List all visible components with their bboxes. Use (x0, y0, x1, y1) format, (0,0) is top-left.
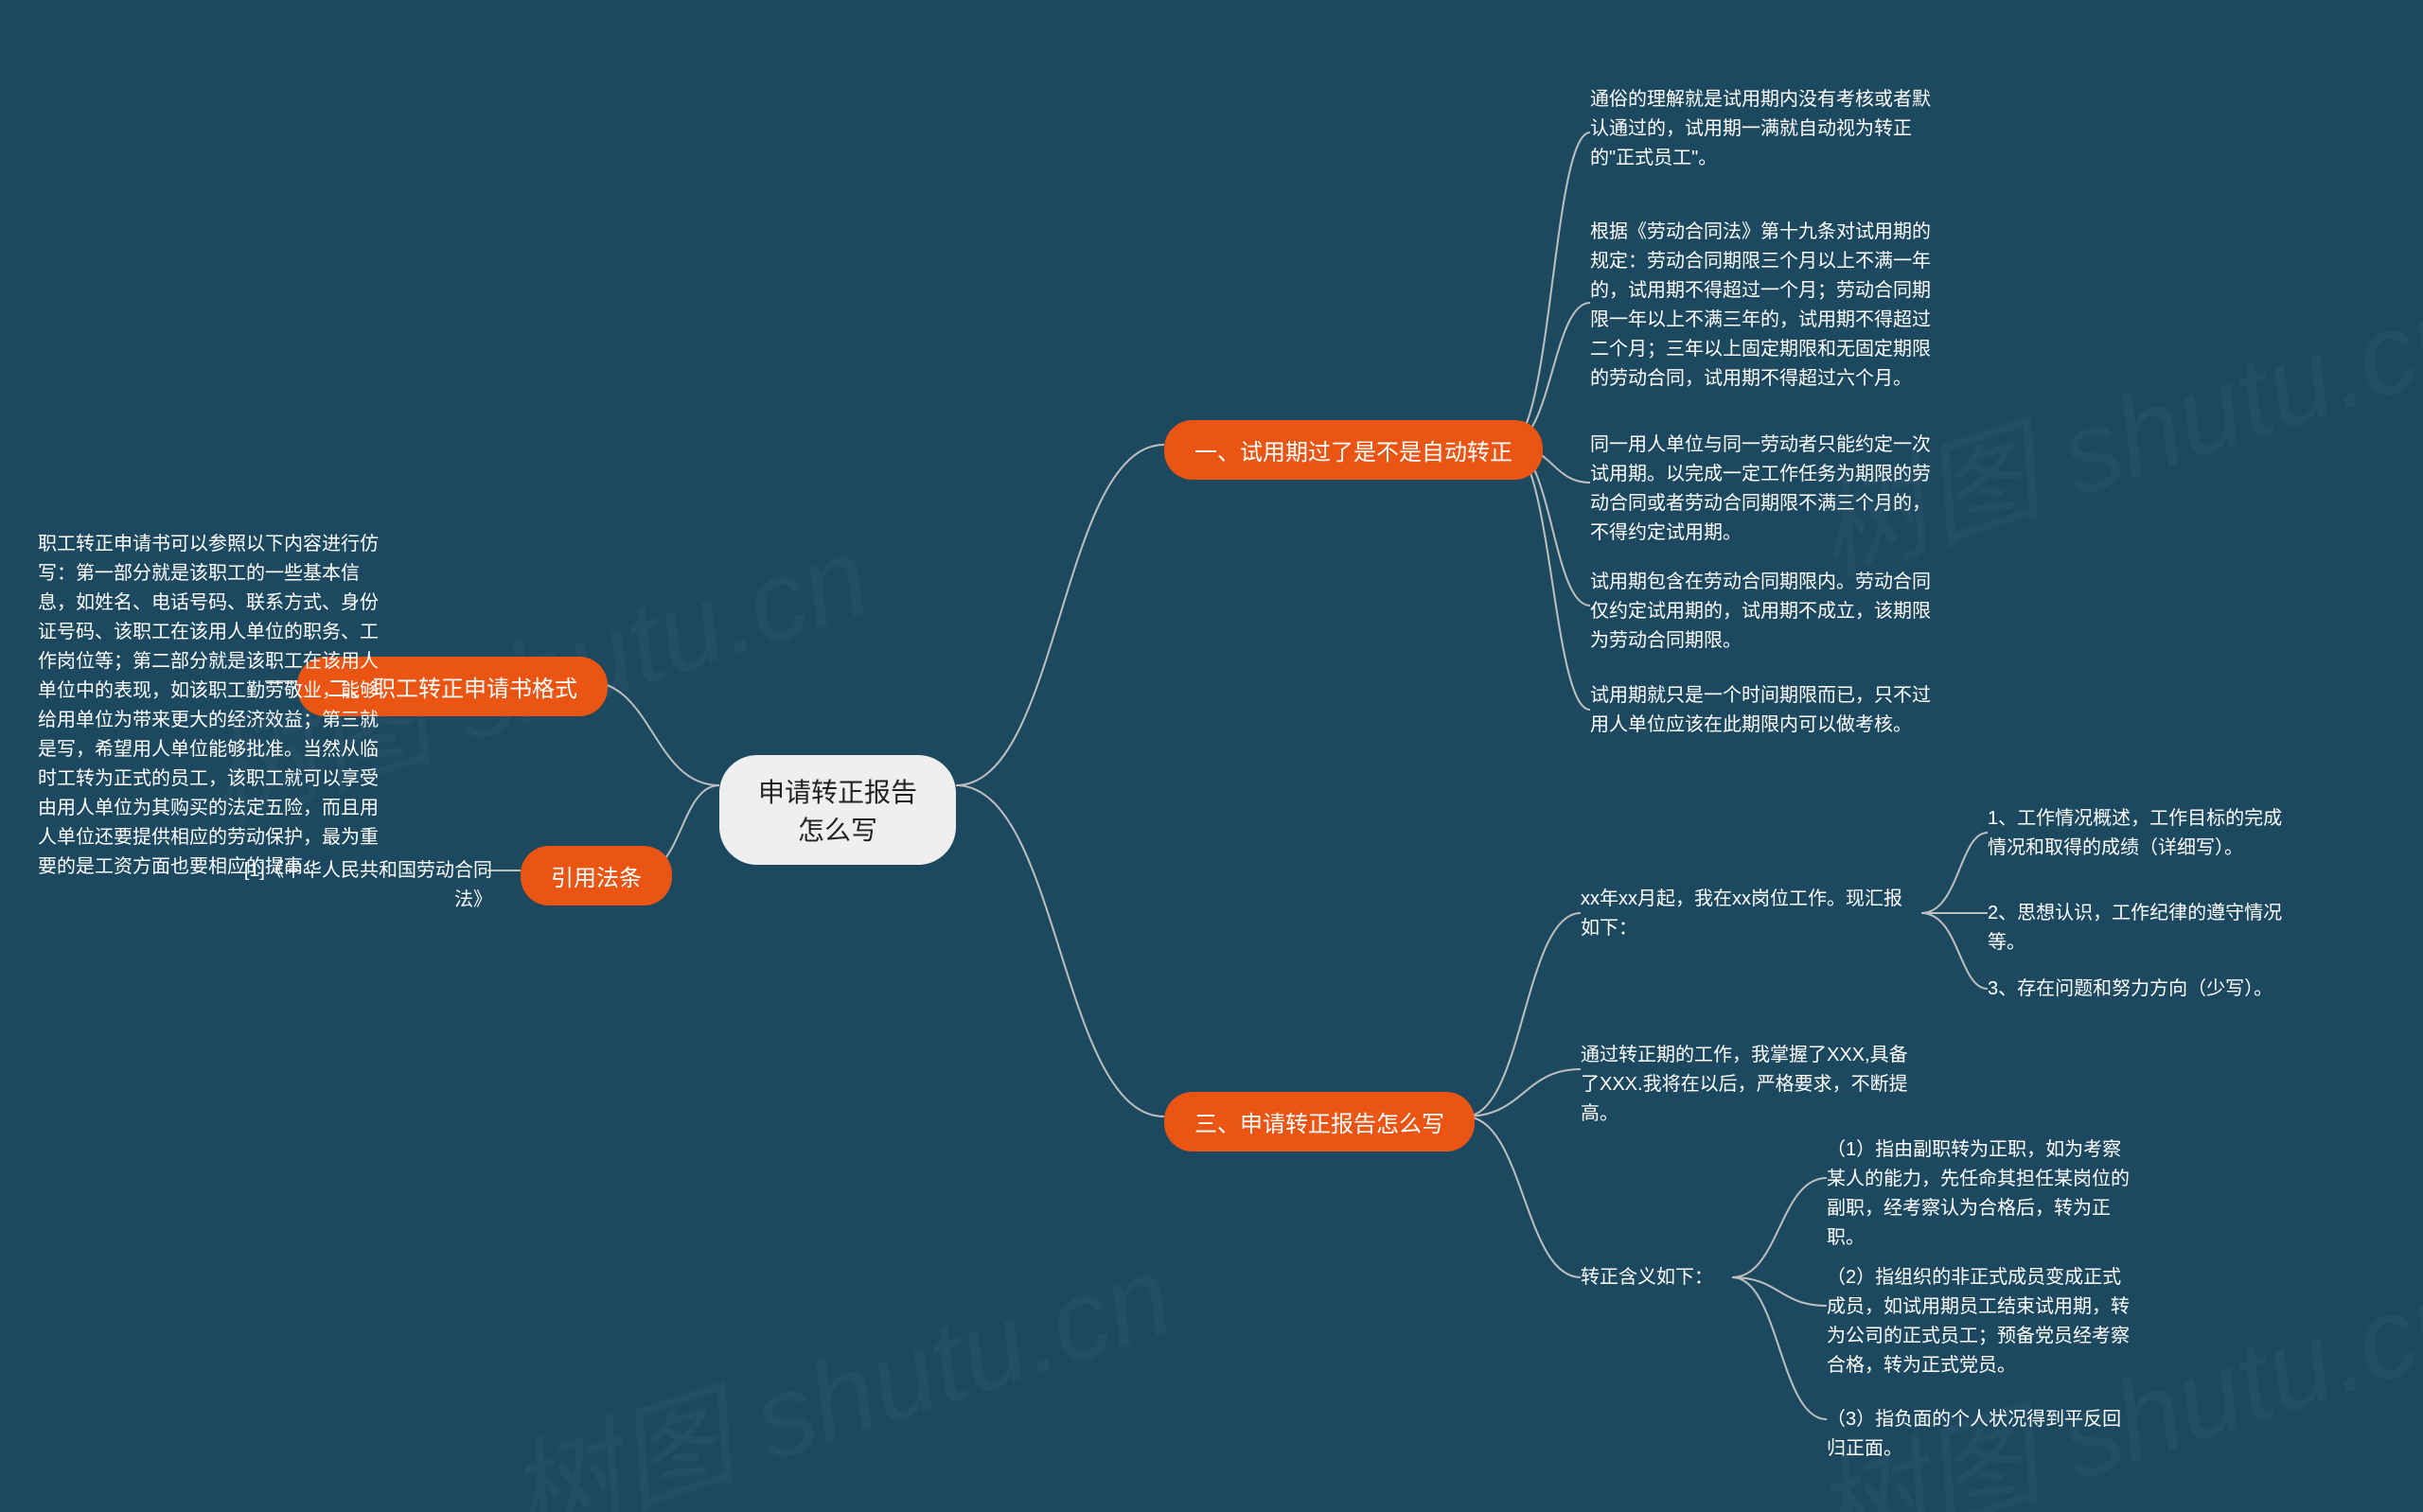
branch-law-label: 引用法条 (551, 859, 642, 892)
branch-1-label: 一、试用期过了是不是自动转正 (1194, 433, 1512, 466)
branch-3-leaf-1: xx年xx月起，我在xx岗位工作。现汇报如下： (1581, 885, 1912, 943)
branch-3-leaf-3-sub-0: （1）指由副职转为正职，如为考察某人的能力，先任命其担任某岗位的副职，经考察认为… (1827, 1135, 2130, 1253)
branch-1-leaf-2: 同一用人单位与同一劳动者只能约定一次试用期。以完成一定工作任务为期限的劳动合同或… (1590, 431, 1931, 548)
branch-3-leaf-3-sub-2: （3）指负面的个人状况得到平反回归正面。 (1827, 1405, 2130, 1464)
branch-law[interactable]: 引用法条 (521, 846, 672, 905)
branch-1-leaf-4: 试用期就只是一个时间期限而已，只不过用人单位应该在此期限内可以做考核。 (1590, 681, 1931, 740)
branch-1-leaf-1: 根据《劳动合同法》第十九条对试用期的规定：劳动合同期限三个月以上不满一年的，试用… (1590, 218, 1931, 394)
root-title: 申请转正报告怎么写 (753, 772, 922, 848)
root-node[interactable]: 申请转正报告怎么写 (719, 755, 956, 865)
branch-1-leaf-3: 试用期包含在劳动合同期限内。劳动合同仅约定试用期的，试用期不成立，该期限为劳动合… (1590, 568, 1931, 656)
branch-3-leaf-3: 转正含义如下： (1581, 1263, 1713, 1292)
branch-1[interactable]: 一、试用期过了是不是自动转正 (1164, 420, 1543, 480)
branch-1-leaf-0: 通俗的理解就是试用期内没有考核或者默认通过的，试用期一满就自动视为转正的"正式员… (1590, 85, 1931, 173)
branch-3-leaf-1-sub-1: 2、思想认识，工作纪律的遵守情况等。 (1988, 899, 2290, 958)
branch-3-leaf-3-sub-1: （2）指组织的非正式成员变成正式成员，如试用期员工结束试用期，转为公司的正式员工… (1827, 1263, 2130, 1380)
watermark-3: 树图 shutu.cn (484, 1204, 1189, 1512)
branch-3-leaf-1-sub-0: 1、工作情况概述，工作目标的完成情况和取得的成绩（详细写）。 (1988, 804, 2290, 863)
branch-3-leaf-1-sub-2: 3、存在问题和努力方向（少写）。 (1988, 975, 2273, 1004)
branch-3-leaf-2: 通过转正期的工作，我掌握了XXX,具备了XXX.我将在以后，严格要求，不断提高。 (1581, 1041, 1912, 1129)
branch-2-leaf: 职工转正申请书可以参照以下内容进行仿写：第一部分就是该职工的一些基本信息，如姓名… (38, 530, 388, 882)
branch-law-leaf: [1]《中华人民共和国劳动合同法》 (218, 856, 492, 915)
branch-3-label: 三、申请转正报告怎么写 (1194, 1105, 1444, 1138)
branch-3[interactable]: 三、申请转正报告怎么写 (1164, 1092, 1475, 1152)
